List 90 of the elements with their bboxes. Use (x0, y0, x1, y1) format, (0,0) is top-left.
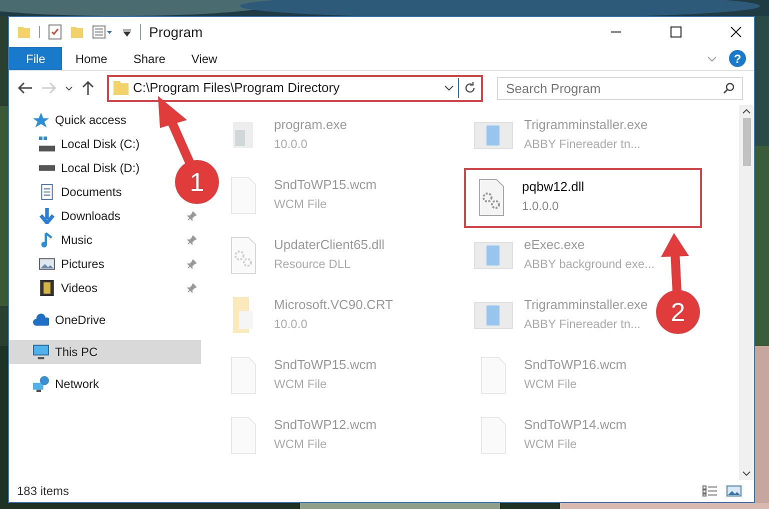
file-name: Trigramminstaller.exe (524, 116, 648, 134)
sidebar-item[interactable]: This PC (9, 340, 201, 364)
chevron-down-icon[interactable] (65, 86, 73, 90)
ribbon-tab[interactable]: View (178, 47, 230, 70)
scroll-up-icon[interactable] (742, 109, 751, 114)
file-detail: ABBY Finereader tn... (524, 316, 642, 332)
sidebar-item[interactable]: Downloads (9, 204, 173, 228)
file-name: SndToWP15.wcm (274, 356, 377, 374)
scroll-down-icon[interactable] (742, 471, 751, 476)
picture-icon (39, 256, 55, 272)
pin-icon[interactable] (187, 283, 197, 293)
file-name: SndToWP14.wcm (524, 416, 627, 434)
ribbon-tab[interactable]: Share (120, 47, 178, 70)
pin-icon[interactable] (187, 259, 197, 269)
file-detail: ABBY background exe... (524, 256, 655, 272)
file-file-icon (230, 416, 256, 454)
file-name: eExec.exe (524, 236, 586, 254)
file-detail: 1.0.0.0 (522, 198, 560, 214)
file-detail: 10.0.0 (274, 316, 308, 332)
file-detail: WCM File (274, 196, 328, 212)
refresh-icon[interactable] (463, 81, 477, 95)
chevron-down-icon[interactable] (444, 85, 454, 91)
file-name: Microsoft.VC90.CRT (274, 296, 393, 314)
app-file-icon (474, 242, 512, 268)
music-note-icon (39, 232, 55, 248)
exe-file-icon (233, 122, 253, 148)
file-name: Trigramminstaller.exe (524, 296, 648, 314)
file-file-icon (480, 356, 506, 394)
pin-icon[interactable] (187, 235, 197, 245)
details-view-icon[interactable] (702, 485, 718, 497)
dll-file-icon (478, 178, 504, 216)
file-detail: 10.0.0 (274, 136, 308, 152)
sidebar-item[interactable]: Videos (9, 276, 173, 300)
sidebar-item[interactable]: Local Disk (C:) (9, 132, 173, 156)
folder-icon (113, 81, 129, 95)
help-button[interactable]: ? (729, 50, 746, 67)
checklist-icon[interactable] (48, 24, 62, 40)
cloud-icon (33, 312, 49, 328)
ribbon-tab[interactable]: File (9, 47, 62, 70)
file-name: SndToWP12.wcm (274, 416, 377, 434)
sidebar-item[interactable]: OneDrive (9, 308, 149, 332)
search-icon[interactable] (723, 82, 735, 94)
file-detail: WCM File (274, 436, 328, 452)
thumbnail-view-icon[interactable] (726, 485, 742, 497)
address-path: C:\Program Files\Program Directory (133, 79, 340, 98)
file-file-icon (230, 356, 256, 394)
file-file-icon (230, 176, 256, 214)
drive-icon (39, 136, 55, 152)
maximize-icon[interactable] (670, 26, 682, 38)
sidebar-item[interactable]: Pictures (9, 252, 173, 276)
minimize-icon[interactable] (610, 31, 622, 33)
file-name: SndToWP15.wcm (274, 176, 377, 194)
file-detail: Resource DLL (274, 256, 352, 272)
up-arrow-icon[interactable] (81, 80, 95, 96)
monitor-icon (33, 344, 49, 360)
back-arrow-icon[interactable] (17, 81, 33, 95)
close-icon[interactable] (730, 26, 742, 38)
document-icon (39, 184, 55, 200)
sidebar-item[interactable]: Local Disk (D:) (9, 156, 173, 180)
sidebar-item[interactable]: Music (9, 228, 173, 252)
file-name: SndToWP16.wcm (524, 356, 627, 374)
sidebar-item[interactable]: Quick access (9, 108, 149, 132)
app-file-icon (474, 302, 512, 328)
window-title: Program (149, 22, 203, 42)
properties-icon[interactable] (92, 25, 114, 39)
file-file-icon (480, 416, 506, 454)
dll-file-icon (230, 236, 256, 274)
file-item[interactable]: pqbw12.dll 1.0.0.0 (464, 168, 702, 228)
film-icon (39, 280, 55, 296)
network-icon (33, 376, 49, 392)
search-field[interactable]: Search Program (497, 76, 743, 100)
pin-icon[interactable] (187, 211, 197, 221)
dropdown-icon[interactable] (122, 27, 132, 37)
file-detail: ABBY Finereader tn... (524, 136, 642, 152)
folder-file-icon (233, 297, 253, 333)
ribbon-tab[interactable]: Home (62, 47, 120, 70)
file-detail: WCM File (524, 436, 578, 452)
file-name: pqbw12.dll (522, 178, 584, 196)
scrollbar-thumb[interactable] (742, 118, 750, 166)
file-name: program.exe (274, 116, 347, 134)
sidebar-item[interactable]: Network (9, 372, 149, 396)
file-detail: WCM File (524, 376, 578, 392)
item-count: 183 items (17, 483, 70, 500)
address-field[interactable]: C:\Program Files\Program Directory (107, 74, 483, 102)
file-detail: WCM File (274, 376, 328, 392)
app-file-icon (474, 122, 512, 148)
download-icon (39, 208, 55, 224)
file-name: UpdaterClient65.dll (274, 236, 385, 254)
sidebar-item[interactable]: Documents (9, 180, 173, 204)
star-icon (33, 112, 49, 128)
